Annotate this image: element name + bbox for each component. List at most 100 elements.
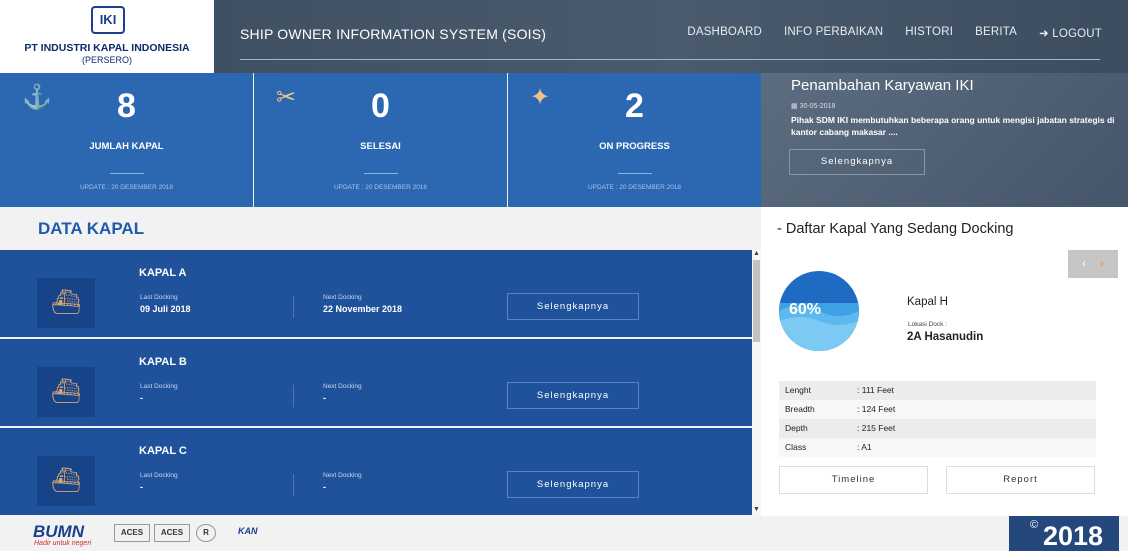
row-divider	[293, 296, 294, 318]
docking-title: - Daftar Kapal Yang Sedang Docking	[777, 221, 1014, 237]
last-docking-label: Last Docking	[140, 294, 178, 301]
registered-cert-logo: R	[196, 524, 216, 542]
progress-circle: 60%	[779, 271, 859, 351]
ship-specs: Lenght: 111 Feet Breadth : 124 Feet Depth…	[779, 381, 1096, 457]
report-button[interactable]: Report	[946, 466, 1095, 494]
spec-value: : 124 Feet	[857, 404, 896, 414]
news-title: Penambahan Karyawan IKI	[791, 77, 974, 94]
logout-icon: ➜	[1039, 28, 1053, 40]
stat-value: 8	[117, 87, 136, 125]
row-divider	[293, 474, 294, 496]
system-title: SHIP OWNER INFORMATION SYSTEM (SOIS)	[240, 26, 547, 42]
spec-key: Lenght	[785, 385, 811, 395]
bumn-logo: BUMN	[33, 522, 84, 541]
nav-berita[interactable]: BERITA	[975, 26, 1017, 40]
nav-logout-label: LOGOUT	[1052, 28, 1102, 40]
spec-row: Breadth : 124 Feet	[779, 400, 1096, 419]
ship-row: ⛴ KAPAL A Last Docking 09 Juli 2018 Next…	[0, 250, 752, 337]
nav-histori[interactable]: HISTORI	[905, 26, 953, 40]
stat-value: 2	[625, 87, 644, 125]
timeline-button[interactable]: Timeline	[779, 466, 928, 494]
ship-icon: ⛴	[37, 278, 95, 328]
stat-updated: UPDATE : 20 DESEMBER 2018	[333, 184, 428, 191]
scroll-up-icon[interactable]: ▲	[752, 250, 761, 257]
last-docking-value: 09 Juli 2018	[140, 304, 191, 314]
news-more-button[interactable]: Selengkapnya	[789, 149, 925, 175]
next-docking-label: Next Docking	[323, 294, 362, 301]
next-docking-label: Next Docking	[323, 472, 362, 479]
ship-name: KAPAL A	[139, 267, 187, 279]
ship-list: ⛴ KAPAL A Last Docking 09 Juli 2018 Next…	[0, 250, 761, 516]
copyright-year: 2018	[1043, 521, 1104, 551]
aces-cert-logo: ACES	[114, 524, 150, 542]
next-docking-value: -	[323, 393, 326, 403]
spec-key: Breadth	[785, 404, 815, 414]
carousel-controls: ‹ ›	[1068, 250, 1118, 278]
ship-row: ⛴ KAPAL B Last Docking - Next Docking - …	[0, 339, 752, 426]
bumn-tagline: Hadir untuk negeri	[34, 540, 92, 547]
footer: BUMN Hadir untuk negeri ACES ACES R KAN	[0, 516, 1128, 551]
spec-row: Depth : 215 Feet	[779, 419, 1096, 438]
last-docking-value: -	[140, 482, 143, 492]
stat-selesai: ✂ 0 SELESAI UPDATE : 20 DESEMBER 2018	[254, 73, 507, 207]
stat-value: 0	[371, 87, 390, 125]
stat-updated: UPDATE : 20 DESEMBER 2018	[79, 184, 174, 191]
stat-label: SELESAI	[360, 141, 401, 152]
dock-location-label: Lokasi Dock :	[908, 321, 948, 328]
next-docking-value: -	[323, 482, 326, 492]
dock-location-value: 2A Hasanudin	[907, 331, 984, 343]
nav-info-perbaikan[interactable]: INFO PERBAIKAN	[784, 26, 883, 40]
nav-logout[interactable]: ➜ LOGOUT	[1039, 26, 1102, 40]
ship-icon: ⛴	[37, 367, 95, 417]
ship-list-scrollbar[interactable]: ▲ ▼	[752, 250, 761, 516]
spec-key: Depth	[785, 423, 808, 433]
stat-jumlah-kapal: ⚓ 8 JUMLAH KAPAL UPDATE : 20 DESEMBER 20…	[0, 73, 253, 207]
stat-label: ON PROGRESS	[599, 141, 670, 152]
stat-on-progress: ✦ 2 ON PROGRESS UPDATE : 20 DESEMBER 201…	[508, 73, 761, 207]
docking-panel: - Daftar Kapal Yang Sedang Docking ‹ › 6…	[761, 207, 1128, 516]
news-date: ▦ 30-05-2018	[791, 102, 835, 110]
stat-updated: UPDATE : 20 DESEMBER 2018	[587, 184, 682, 191]
news-panel: Penambahan Karyawan IKI ▦ 30-05-2018 Pih…	[761, 73, 1128, 207]
docking-ship-name: Kapal H	[907, 296, 948, 308]
ship-icon: ⛴	[37, 456, 95, 506]
chevron-right-icon[interactable]: ›	[1100, 256, 1104, 270]
kan-logo: KAN	[238, 526, 258, 536]
calendar-icon: ▦	[791, 103, 800, 110]
ship-more-button[interactable]: Selengkapnya	[507, 382, 639, 409]
stat-label: JUMLAH KAPAL	[89, 141, 164, 152]
top-bar: IKI PT INDUSTRI KAPAL INDONESIA (PERSERO…	[0, 0, 1128, 73]
ship-name: KAPAL C	[139, 445, 187, 457]
row-divider	[293, 385, 294, 407]
last-docking-value: -	[140, 393, 143, 403]
stat-divider	[109, 173, 144, 174]
spec-value: : A1	[857, 442, 872, 452]
company-logo: IKI	[91, 6, 125, 34]
scroll-down-icon[interactable]: ▼	[752, 506, 761, 513]
copyright-symbol: ©	[1030, 519, 1039, 531]
ship-name: KAPAL B	[139, 356, 187, 368]
stat-divider	[617, 173, 652, 174]
spec-row: Class: A1	[779, 438, 1096, 457]
spec-row: Lenght: 111 Feet	[779, 381, 1096, 400]
last-docking-label: Last Docking	[140, 472, 178, 479]
aces-cert-logo: ACES	[154, 524, 190, 542]
data-kapal-header: DATA KAPAL	[0, 207, 761, 250]
ship-row: ⛴ KAPAL C Last Docking - Next Docking - …	[0, 428, 752, 515]
last-docking-label: Last Docking	[140, 383, 178, 390]
company-sub: (PERSERO)	[81, 55, 132, 65]
progress-percent: 60%	[789, 301, 822, 318]
next-docking-value: 22 November 2018	[323, 304, 403, 314]
year-badge: © 2018	[1009, 516, 1119, 551]
ship-more-button[interactable]: Selengkapnya	[507, 293, 639, 320]
data-kapal-title: DATA KAPAL	[38, 219, 145, 238]
news-date-value: 30-05-2018	[799, 103, 836, 110]
ship-more-button[interactable]: Selengkapnya	[507, 471, 639, 498]
spec-value: : 215 Feet	[857, 423, 896, 433]
nav-dashboard[interactable]: DASHBOARD	[687, 26, 762, 40]
chevron-left-icon[interactable]: ‹	[1082, 256, 1086, 270]
header-divider	[240, 59, 1100, 60]
scroll-thumb[interactable]	[753, 260, 760, 342]
news-body: Pihak SDM IKI membutuhkan beberapa orang…	[791, 115, 1115, 137]
brand[interactable]: IKI PT INDUSTRI KAPAL INDONESIA (PERSERO…	[0, 0, 214, 73]
